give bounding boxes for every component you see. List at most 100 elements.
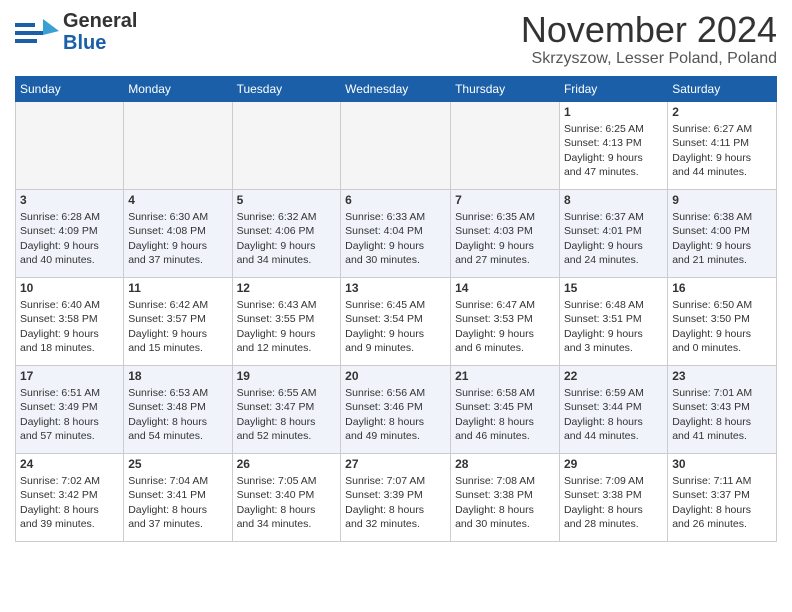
daylight-info: Daylight: 9 hours xyxy=(455,240,534,252)
col-sunday: Sunday xyxy=(16,76,124,101)
daylight-info: Daylight: 9 hours xyxy=(20,328,99,340)
day-number: 16 xyxy=(672,281,772,297)
daylight-info: and 49 minutes. xyxy=(345,430,420,442)
day-number: 8 xyxy=(564,193,663,209)
daylight-info: Daylight: 9 hours xyxy=(20,240,99,252)
day-number: 26 xyxy=(237,457,337,473)
sunrise-info: Sunrise: 6:27 AM xyxy=(672,123,752,135)
calendar-week-row: 3Sunrise: 6:28 AMSunset: 4:09 PMDaylight… xyxy=(16,189,777,277)
day-number: 18 xyxy=(128,369,227,385)
sunset-info: Sunset: 3:47 PM xyxy=(237,401,315,413)
sunrise-info: Sunrise: 7:04 AM xyxy=(128,475,208,487)
day-info: Sunrise: 6:53 AMSunset: 3:48 PMDaylight:… xyxy=(128,386,227,443)
sunset-info: Sunset: 3:49 PM xyxy=(20,401,98,413)
daylight-info: and 15 minutes. xyxy=(128,342,203,354)
table-row: 24Sunrise: 7:02 AMSunset: 3:42 PMDayligh… xyxy=(16,453,124,541)
sunrise-info: Sunrise: 6:42 AM xyxy=(128,299,208,311)
daylight-info: and 27 minutes. xyxy=(455,254,530,266)
table-row xyxy=(341,101,451,189)
sunrise-info: Sunrise: 7:11 AM xyxy=(672,475,751,487)
day-number: 7 xyxy=(455,193,555,209)
sunset-info: Sunset: 4:06 PM xyxy=(237,225,315,237)
daylight-info: and 0 minutes. xyxy=(672,342,741,354)
table-row: 12Sunrise: 6:43 AMSunset: 3:55 PMDayligh… xyxy=(232,277,341,365)
daylight-info: and 46 minutes. xyxy=(455,430,530,442)
daylight-info: and 40 minutes. xyxy=(20,254,95,266)
daylight-info: Daylight: 8 hours xyxy=(672,504,751,516)
location-subtitle: Skrzyszow, Lesser Poland, Poland xyxy=(521,50,777,68)
day-info: Sunrise: 6:55 AMSunset: 3:47 PMDaylight:… xyxy=(237,386,337,443)
table-row: 5Sunrise: 6:32 AMSunset: 4:06 PMDaylight… xyxy=(232,189,341,277)
sunset-info: Sunset: 3:38 PM xyxy=(455,489,533,501)
col-friday: Friday xyxy=(559,76,667,101)
table-row: 14Sunrise: 6:47 AMSunset: 3:53 PMDayligh… xyxy=(451,277,560,365)
sunset-info: Sunset: 3:44 PM xyxy=(564,401,642,413)
sunset-info: Sunset: 3:54 PM xyxy=(345,313,423,325)
day-info: Sunrise: 7:04 AMSunset: 3:41 PMDaylight:… xyxy=(128,474,227,531)
day-number: 11 xyxy=(128,281,227,297)
table-row: 28Sunrise: 7:08 AMSunset: 3:38 PMDayligh… xyxy=(451,453,560,541)
day-number: 19 xyxy=(237,369,337,385)
daylight-info: and 28 minutes. xyxy=(564,518,639,530)
daylight-info: and 6 minutes. xyxy=(455,342,524,354)
sunrise-info: Sunrise: 6:33 AM xyxy=(345,211,425,223)
table-row: 3Sunrise: 6:28 AMSunset: 4:09 PMDaylight… xyxy=(16,189,124,277)
sunrise-info: Sunrise: 6:37 AM xyxy=(564,211,644,223)
table-row xyxy=(451,101,560,189)
table-row: 2Sunrise: 6:27 AMSunset: 4:11 PMDaylight… xyxy=(668,101,777,189)
sunrise-info: Sunrise: 7:02 AM xyxy=(20,475,100,487)
daylight-info: Daylight: 8 hours xyxy=(128,416,207,428)
daylight-info: and 21 minutes. xyxy=(672,254,747,266)
table-row: 27Sunrise: 7:07 AMSunset: 3:39 PMDayligh… xyxy=(341,453,451,541)
table-row: 17Sunrise: 6:51 AMSunset: 3:49 PMDayligh… xyxy=(16,365,124,453)
day-number: 4 xyxy=(128,193,227,209)
sunrise-info: Sunrise: 6:48 AM xyxy=(564,299,644,311)
daylight-info: Daylight: 8 hours xyxy=(455,416,534,428)
sunrise-info: Sunrise: 6:58 AM xyxy=(455,387,535,399)
day-number: 28 xyxy=(455,457,555,473)
day-info: Sunrise: 6:32 AMSunset: 4:06 PMDaylight:… xyxy=(237,210,337,267)
table-row: 21Sunrise: 6:58 AMSunset: 3:45 PMDayligh… xyxy=(451,365,560,453)
day-number: 20 xyxy=(345,369,446,385)
logo-general: General xyxy=(63,10,137,32)
day-number: 9 xyxy=(672,193,772,209)
day-number: 5 xyxy=(237,193,337,209)
day-number: 21 xyxy=(455,369,555,385)
sunset-info: Sunset: 3:38 PM xyxy=(564,489,642,501)
table-row: 26Sunrise: 7:05 AMSunset: 3:40 PMDayligh… xyxy=(232,453,341,541)
sunrise-info: Sunrise: 6:59 AM xyxy=(564,387,644,399)
sunrise-info: Sunrise: 6:51 AM xyxy=(20,387,100,399)
table-row xyxy=(16,101,124,189)
daylight-info: and 9 minutes. xyxy=(345,342,414,354)
sunrise-info: Sunrise: 6:55 AM xyxy=(237,387,317,399)
sunrise-info: Sunrise: 6:56 AM xyxy=(345,387,425,399)
daylight-info: and 12 minutes. xyxy=(237,342,312,354)
sunrise-info: Sunrise: 6:47 AM xyxy=(455,299,535,311)
sunrise-info: Sunrise: 6:25 AM xyxy=(564,123,644,135)
sunrise-info: Sunrise: 6:30 AM xyxy=(128,211,208,223)
table-row: 7Sunrise: 6:35 AMSunset: 4:03 PMDaylight… xyxy=(451,189,560,277)
daylight-info: Daylight: 9 hours xyxy=(237,328,316,340)
day-info: Sunrise: 6:48 AMSunset: 3:51 PMDaylight:… xyxy=(564,298,663,355)
table-row: 19Sunrise: 6:55 AMSunset: 3:47 PMDayligh… xyxy=(232,365,341,453)
daylight-info: and 54 minutes. xyxy=(128,430,203,442)
daylight-info: Daylight: 8 hours xyxy=(20,416,99,428)
day-info: Sunrise: 6:42 AMSunset: 3:57 PMDaylight:… xyxy=(128,298,227,355)
day-number: 30 xyxy=(672,457,772,473)
day-number: 6 xyxy=(345,193,446,209)
sunset-info: Sunset: 4:03 PM xyxy=(455,225,533,237)
sunset-info: Sunset: 3:40 PM xyxy=(237,489,315,501)
calendar-week-row: 17Sunrise: 6:51 AMSunset: 3:49 PMDayligh… xyxy=(16,365,777,453)
sunset-info: Sunset: 4:04 PM xyxy=(345,225,423,237)
sunset-info: Sunset: 4:01 PM xyxy=(564,225,642,237)
day-info: Sunrise: 6:59 AMSunset: 3:44 PMDaylight:… xyxy=(564,386,663,443)
daylight-info: and 44 minutes. xyxy=(672,166,747,178)
sunset-info: Sunset: 3:57 PM xyxy=(128,313,206,325)
calendar-week-row: 10Sunrise: 6:40 AMSunset: 3:58 PMDayligh… xyxy=(16,277,777,365)
daylight-info: Daylight: 8 hours xyxy=(237,504,316,516)
day-info: Sunrise: 6:30 AMSunset: 4:08 PMDaylight:… xyxy=(128,210,227,267)
daylight-info: Daylight: 8 hours xyxy=(455,504,534,516)
sunrise-info: Sunrise: 6:45 AM xyxy=(345,299,425,311)
sunset-info: Sunset: 3:58 PM xyxy=(20,313,98,325)
table-row: 16Sunrise: 6:50 AMSunset: 3:50 PMDayligh… xyxy=(668,277,777,365)
